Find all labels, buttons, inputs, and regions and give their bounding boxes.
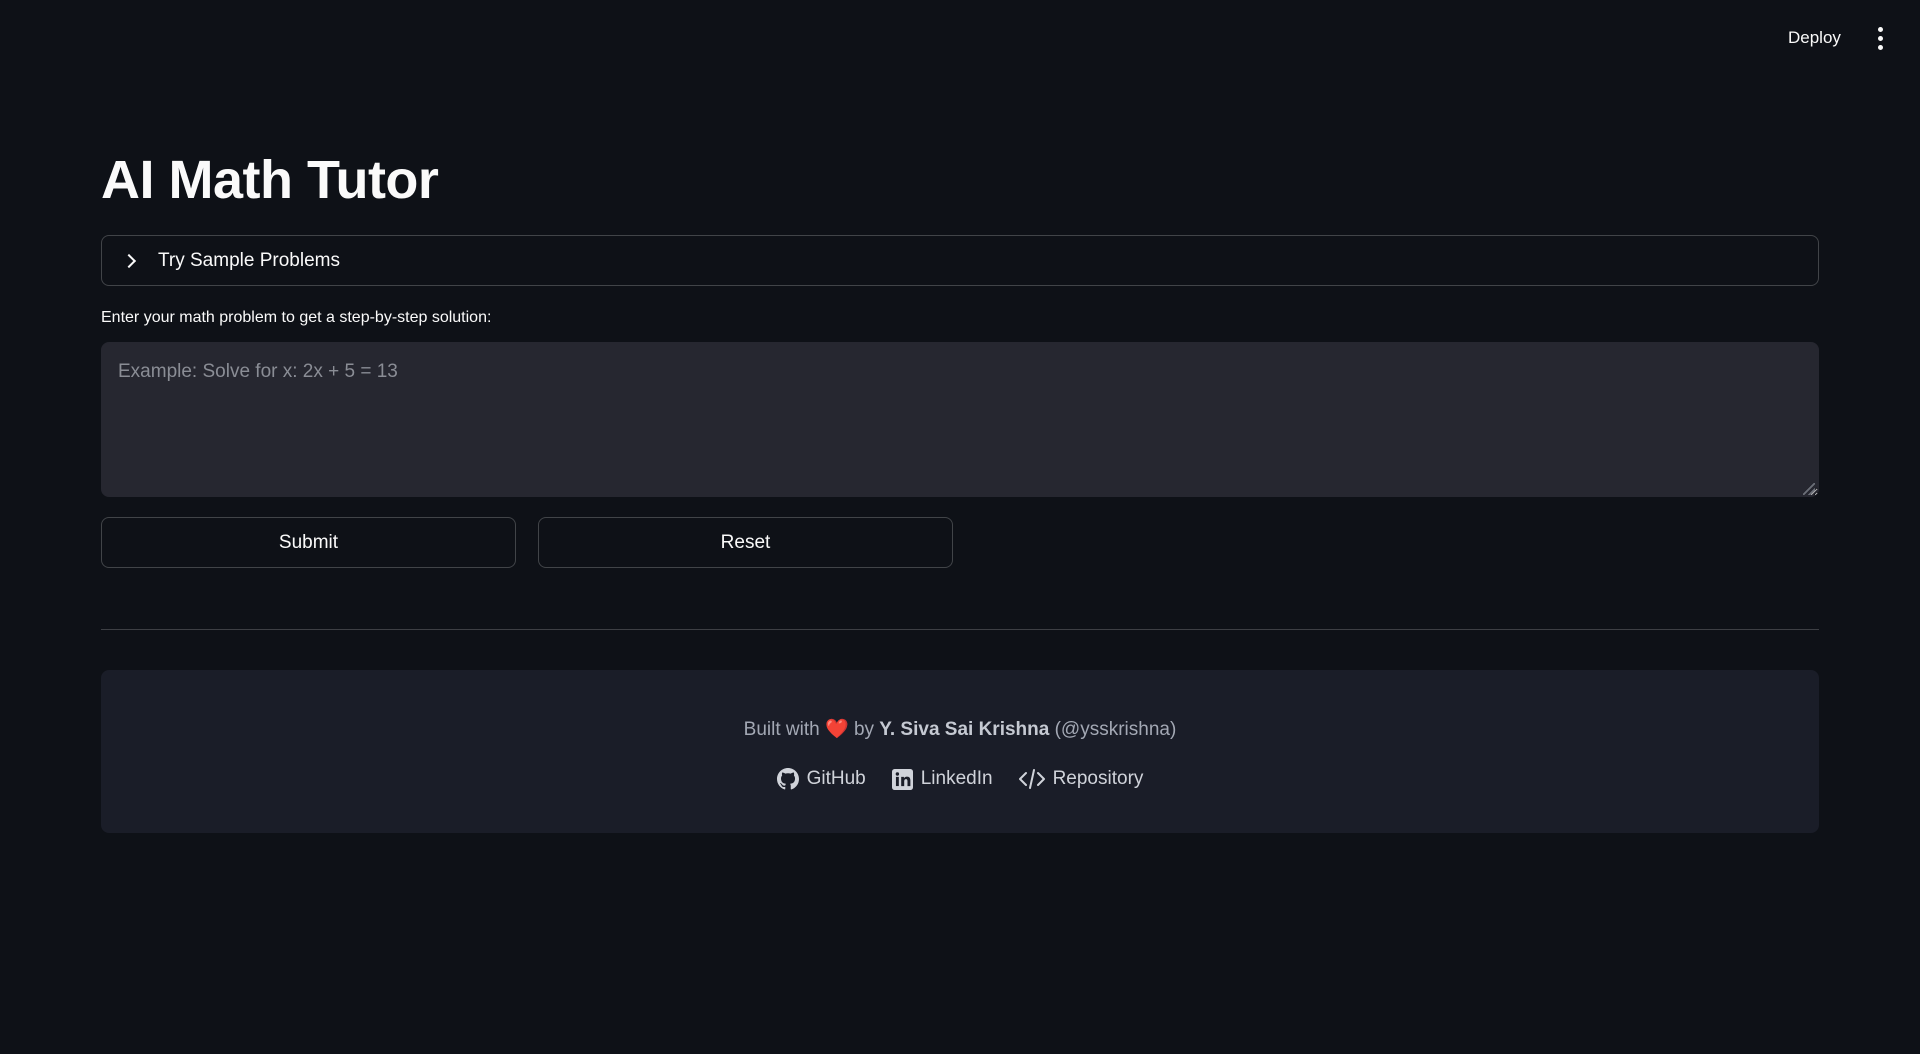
author-name: Y. Siva Sai Krishna	[879, 719, 1050, 740]
footer-links: GitHub LinkedIn Repository	[101, 768, 1819, 790]
chevron-right-icon	[121, 253, 137, 268]
repository-label: Repository	[1052, 768, 1144, 789]
github-label: GitHub	[806, 768, 866, 789]
expander-label: Try Sample Problems	[158, 249, 340, 271]
more-vertical-icon[interactable]	[1868, 22, 1892, 54]
footer: Built with ❤️ by Y. Siva Sai Krishna (@y…	[101, 670, 1819, 833]
github-icon	[776, 768, 799, 790]
heart-icon: ❤️	[824, 719, 849, 740]
divider	[101, 629, 1819, 630]
deploy-button[interactable]: Deploy	[1778, 24, 1851, 52]
built-with-text: Built with	[743, 719, 820, 740]
top-toolbar: Deploy	[0, 0, 1920, 75]
sample-problems-expander[interactable]: Try Sample Problems	[101, 235, 1819, 286]
linkedin-link[interactable]: LinkedIn	[891, 768, 993, 790]
linkedin-icon	[891, 768, 913, 790]
linkedin-label: LinkedIn	[920, 768, 993, 789]
submit-button[interactable]: Submit	[101, 517, 516, 568]
page-title: AI Math Tutor	[101, 150, 439, 210]
resize-handle-icon[interactable]	[1803, 483, 1815, 495]
repository-link[interactable]: Repository	[1018, 768, 1144, 790]
problem-input-label: Enter your math problem to get a step-by…	[101, 309, 492, 326]
code-icon	[1018, 768, 1045, 790]
by-text: by	[853, 719, 875, 740]
github-link[interactable]: GitHub	[776, 768, 866, 790]
author-handle: (@ysskrishna)	[1054, 719, 1177, 740]
credit-line: Built with ❤️ by Y. Siva Sai Krishna (@y…	[101, 717, 1819, 741]
problem-textarea[interactable]	[101, 342, 1819, 497]
reset-button[interactable]: Reset	[538, 517, 953, 568]
